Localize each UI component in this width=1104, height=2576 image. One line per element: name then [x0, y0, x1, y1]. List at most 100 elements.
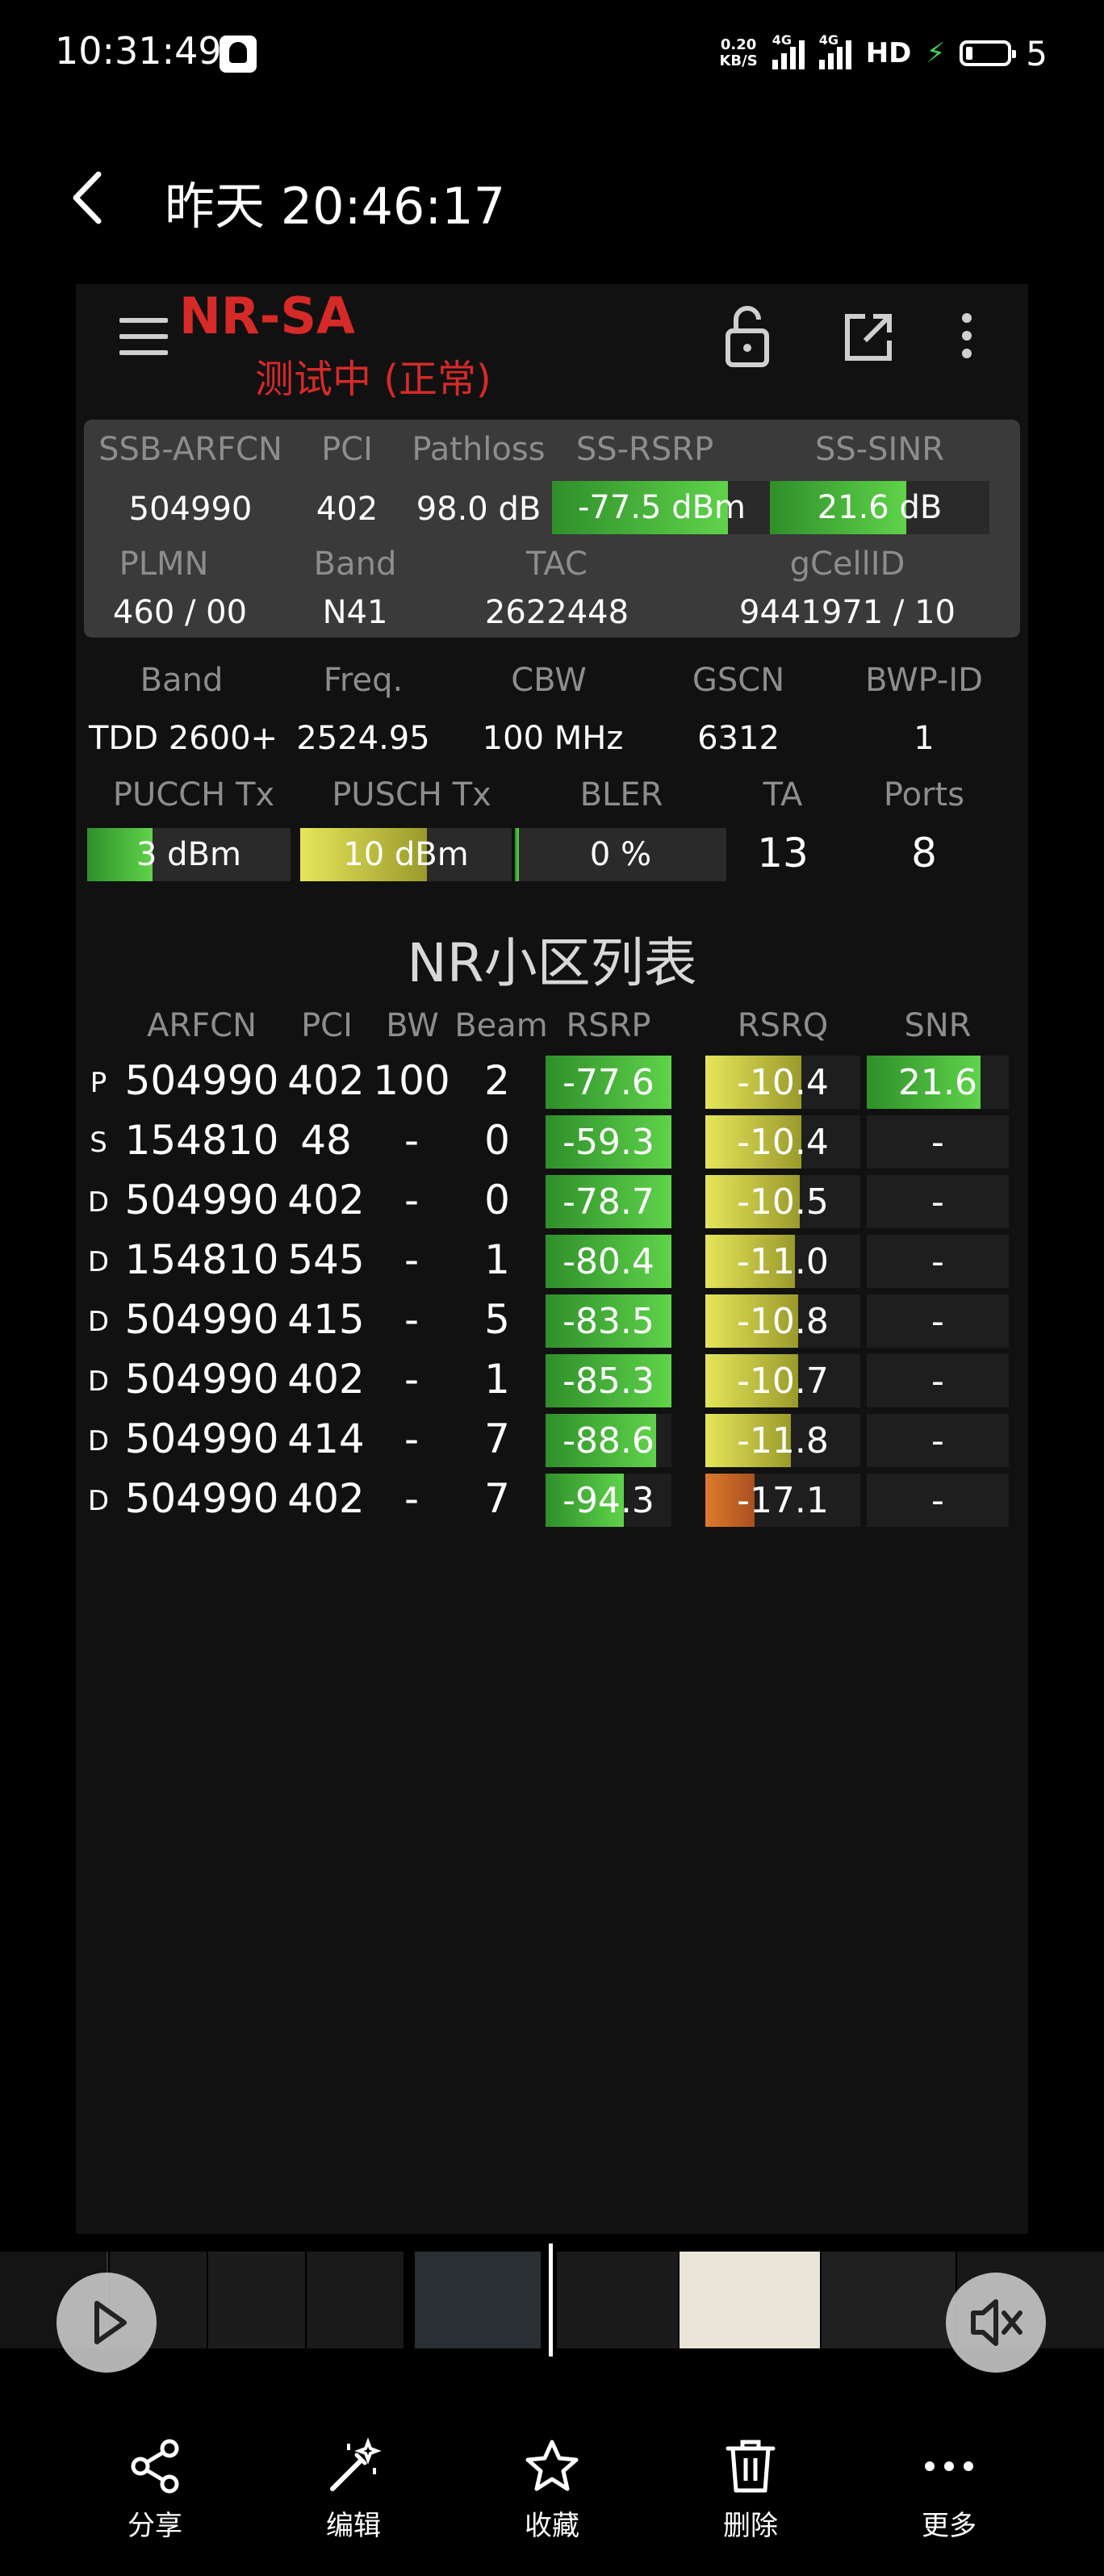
- cell-arfcn: 154810: [124, 1236, 279, 1283]
- back-arrow-icon[interactable]: [66, 169, 111, 226]
- more-label: 更多: [922, 2510, 976, 2542]
- thumbnail-map[interactable]: [680, 2252, 820, 2348]
- network-speed: 0.20 KB/S: [719, 37, 757, 69]
- thumbnail[interactable]: [557, 2252, 678, 2348]
- play-button[interactable]: [56, 2273, 157, 2373]
- value-band-type: TDD 2600+: [89, 720, 278, 757]
- cell-rsrq-value: -10.8: [737, 1300, 829, 1342]
- share-label: 分享: [128, 2510, 182, 2542]
- label-ss-sinr: SS-SINR: [814, 431, 945, 468]
- cell-snr-value: -: [931, 1479, 944, 1521]
- col-header-arfcn: ARFCN: [146, 1007, 257, 1044]
- thumbnail[interactable]: [415, 2252, 541, 2348]
- col-header-beam: Beam: [454, 1007, 548, 1044]
- mute-button[interactable]: [946, 2273, 1046, 2373]
- open-external-icon[interactable]: [843, 312, 894, 363]
- thumbnail[interactable]: [822, 2252, 956, 2348]
- cell-arfcn: 504990: [124, 1416, 279, 1462]
- thumbnail[interactable]: [307, 2252, 404, 2348]
- unlock-icon[interactable]: [723, 303, 772, 368]
- play-icon: [94, 2301, 127, 2344]
- value-gcellid: 9441971 / 10: [739, 594, 956, 631]
- value-pathloss: 98.0 dB: [416, 491, 542, 528]
- value-pci: 402: [316, 491, 378, 528]
- scrub-position-indicator[interactable]: [549, 2244, 553, 2356]
- value-freq: 2524.95: [296, 720, 430, 757]
- label-ports: Ports: [883, 776, 965, 813]
- cell-rsrp-value: -77.6: [562, 1061, 654, 1103]
- cell-beam: 7: [484, 1416, 510, 1462]
- status-icons: 0.20 KB/S 4G 4G HD ⚡ 5: [719, 29, 1048, 77]
- ss-rsrp-meter: -77.5 dBm: [552, 481, 772, 534]
- edit-label: 编辑: [326, 2510, 381, 2542]
- hd-voice-icon: HD: [865, 37, 912, 69]
- hamburger-menu-icon[interactable]: [119, 318, 168, 355]
- signal-icon: 4G: [772, 32, 805, 69]
- cell-pci: 402: [287, 1177, 365, 1223]
- cell-rsrp-bar: -85.3: [546, 1354, 671, 1407]
- cell-snr-value: -: [931, 1360, 944, 1402]
- edit-button[interactable]: 编辑: [289, 2437, 418, 2543]
- more-horizontal-icon: [925, 2461, 973, 2471]
- cell-snr-bar: -: [867, 1175, 1009, 1228]
- cell-pci: 402: [287, 1475, 365, 1522]
- label-ssb-arfcn: SSB-ARFCN: [98, 431, 282, 468]
- thumbnail[interactable]: [208, 2252, 305, 2348]
- more-vertical-icon[interactable]: [962, 313, 978, 362]
- more-button[interactable]: 更多: [884, 2437, 1014, 2543]
- value-tac: 2622448: [484, 594, 629, 631]
- cell-rsrp-bar: -83.5: [546, 1294, 671, 1348]
- label-pusch-tx: PUSCH Tx: [332, 776, 491, 813]
- cell-snr-value: 21.6: [898, 1061, 977, 1103]
- network-speed-unit: KB/S: [719, 52, 758, 69]
- cell-type-marker: S: [90, 1127, 107, 1159]
- delete-label: 删除: [723, 2510, 778, 2542]
- cell-bw: -: [404, 1296, 420, 1343]
- cell-rsrq-value: -10.7: [737, 1360, 829, 1402]
- cell-beam: 2: [484, 1057, 510, 1104]
- cell-type-marker: D: [87, 1186, 110, 1219]
- cell-snr-bar: 21.6: [867, 1056, 1009, 1109]
- volume-mute-icon: [971, 2299, 1022, 2346]
- pucch-tx-meter: 3 dBm: [87, 828, 291, 881]
- cell-rsrq-bar: -11.0: [705, 1235, 860, 1288]
- cell-beam: 0: [484, 1117, 510, 1164]
- delete-button[interactable]: 删除: [686, 2437, 815, 2543]
- cell-type-marker: D: [87, 1365, 110, 1398]
- cell-beam: 1: [484, 1356, 510, 1403]
- cell-bw: -: [404, 1475, 420, 1522]
- favorite-label: 收藏: [525, 2510, 579, 2542]
- status-bar: 10:31:49 0.20 KB/S 4G 4G HD ⚡ 5: [0, 0, 1104, 105]
- cell-pci: 48: [300, 1117, 352, 1164]
- cell-rsrp-bar: -77.6: [546, 1056, 671, 1109]
- cell-rsrp-value: -83.5: [562, 1300, 654, 1342]
- magic-wand-icon: [330, 2437, 382, 2491]
- cell-pci: 545: [287, 1236, 365, 1283]
- battery-level: 5: [1026, 33, 1048, 73]
- col-header-bw: BW: [386, 1007, 439, 1044]
- cell-type-marker: D: [87, 1425, 110, 1457]
- cell-rsrp-value: -88.6: [562, 1420, 654, 1462]
- ss-sinr-value: 21.6 dB: [817, 489, 943, 526]
- label-band-2: Band: [140, 662, 224, 699]
- pusch-tx-value: 10 dBm: [343, 836, 469, 873]
- share-button[interactable]: 分享: [90, 2437, 220, 2543]
- cell-bw: 100: [373, 1057, 450, 1104]
- cell-rsrq-bar: -10.5: [705, 1175, 860, 1228]
- label-ss-rsrp: SS-RSRP: [575, 431, 714, 468]
- value-ta: 13: [757, 830, 809, 876]
- cell-arfcn: 504990: [124, 1057, 279, 1104]
- cell-arfcn: 504990: [124, 1356, 279, 1403]
- cell-bw: -: [404, 1356, 420, 1403]
- signal-1-label: 4G: [772, 32, 792, 48]
- value-bwp-id: 1: [914, 720, 935, 757]
- cell-type-marker: D: [87, 1246, 110, 1278]
- favorite-button[interactable]: 收藏: [487, 2437, 617, 2543]
- cell-snr-value: -: [931, 1121, 944, 1163]
- cell-beam: 5: [484, 1296, 510, 1343]
- notification-app-icon: [220, 36, 257, 73]
- cell-bw: -: [404, 1117, 420, 1164]
- cell-pci: 414: [287, 1416, 365, 1462]
- cell-rsrp-value: -85.3: [562, 1360, 654, 1402]
- cell-arfcn: 504990: [124, 1475, 279, 1522]
